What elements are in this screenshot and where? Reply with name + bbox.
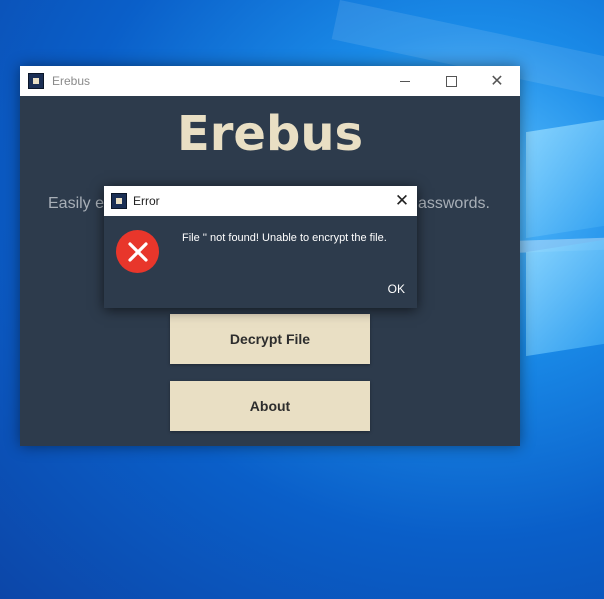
- error-dialog: Error ✕ File '' not found! Unable to enc…: [104, 186, 417, 308]
- subtitle-left: Easily e: [48, 195, 105, 212]
- app-heading: Erebus: [176, 106, 364, 162]
- close-button[interactable]: ✕: [474, 66, 520, 96]
- app-icon: [111, 193, 127, 209]
- decrypt-file-button[interactable]: Decrypt File: [170, 314, 370, 364]
- dialog-close-button[interactable]: ✕: [387, 186, 417, 216]
- windows-logo: [520, 100, 604, 357]
- close-icon: ✕: [394, 191, 410, 210]
- windows-logo-pane: [526, 119, 604, 239]
- about-button[interactable]: About: [170, 381, 370, 431]
- error-icon: [116, 230, 159, 273]
- minimize-button[interactable]: [382, 66, 428, 96]
- window-title: Erebus: [52, 74, 91, 88]
- main-titlebar[interactable]: Erebus ✕: [20, 66, 520, 96]
- dialog-title: Error: [133, 194, 160, 208]
- subtitle-right: asswords.: [417, 195, 490, 212]
- windows-logo-pane: [526, 239, 604, 357]
- close-icon: ✕: [490, 73, 504, 90]
- maximize-button[interactable]: [428, 66, 474, 96]
- ok-button[interactable]: OK: [388, 282, 405, 296]
- error-message: File '' not found! Unable to encrypt the…: [182, 232, 387, 244]
- app-icon: [28, 73, 44, 89]
- maximize-icon: [445, 75, 457, 87]
- minimize-icon: [400, 80, 410, 82]
- dialog-titlebar[interactable]: Error ✕: [104, 186, 417, 216]
